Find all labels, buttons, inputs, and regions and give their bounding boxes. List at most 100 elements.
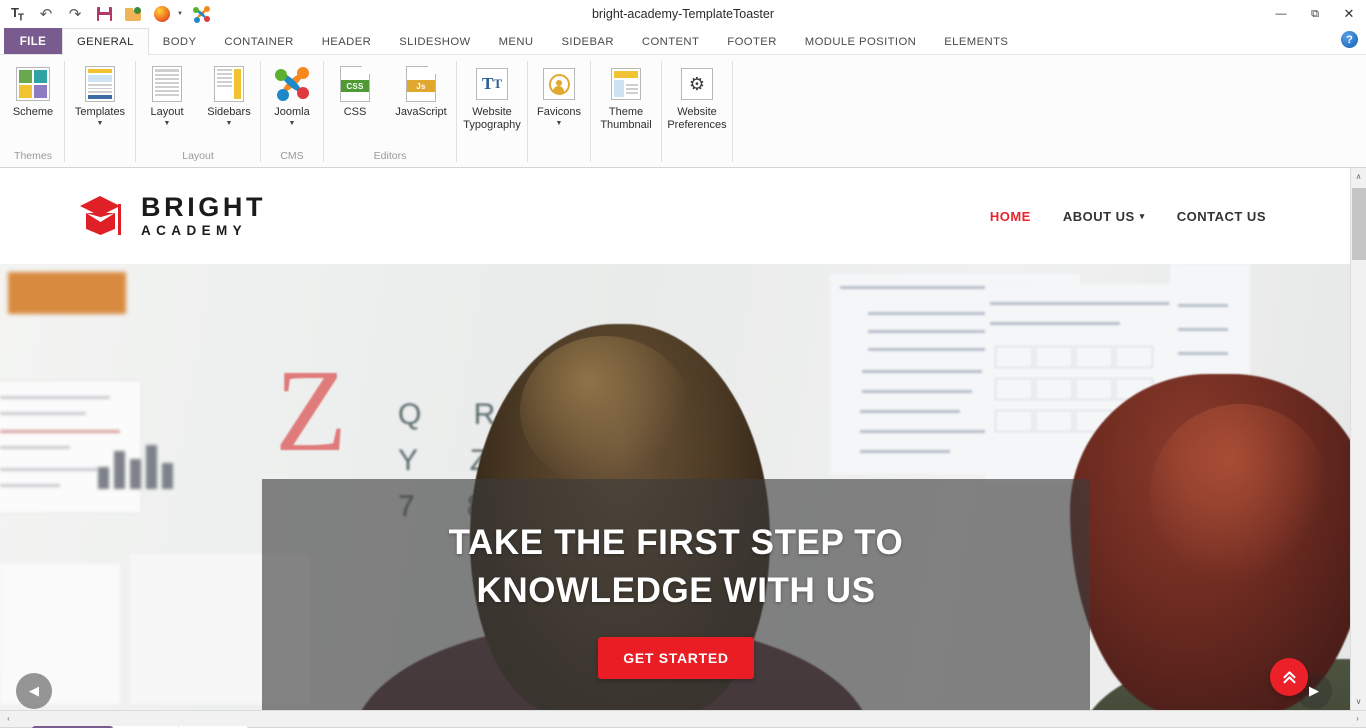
gear-icon: ⚙ xyxy=(681,63,713,105)
website-preferences-label: Website Preferences xyxy=(667,106,727,131)
scroll-up-button[interactable]: ∧ xyxy=(1351,168,1366,185)
tab-sidebar[interactable]: SIDEBAR xyxy=(547,28,627,55)
vertical-scrollbar[interactable]: ∧ ∨ xyxy=(1350,168,1366,710)
title-bar: TT ↶ ↷ ▼ bright-academy-TemplateToaster … xyxy=(0,0,1366,28)
preview-work-area: BRIGHT ACADEMY HOME ABOUT US ▾ CONTACT U… xyxy=(0,168,1366,710)
tab-header[interactable]: HEADER xyxy=(308,28,385,55)
favicons-button[interactable]: Favicons ▼ xyxy=(528,61,590,128)
tab-content[interactable]: CONTENT xyxy=(628,28,713,55)
joomla-icon[interactable] xyxy=(192,4,212,24)
help-icon[interactable]: ? xyxy=(1341,31,1358,48)
scheme-button[interactable]: Scheme xyxy=(2,61,64,119)
chevron-down-icon[interactable]: ▼ xyxy=(556,120,563,128)
minimize-button[interactable]: — xyxy=(1264,0,1298,28)
css-badge-label: CSS xyxy=(341,80,369,92)
scroll-to-top-button[interactable] xyxy=(1270,658,1308,696)
preview-dropdown-caret-icon[interactable]: ▼ xyxy=(177,11,183,17)
tab-file[interactable]: FILE xyxy=(4,28,62,55)
theme-thumbnail-button[interactable]: Theme Thumbnail xyxy=(591,61,661,131)
css-editor-button[interactable]: CSS CSS xyxy=(324,61,386,119)
group-label-preferences xyxy=(662,149,732,167)
tab-module-position[interactable]: MODULE POSITION xyxy=(791,28,930,55)
group-label-typography xyxy=(457,149,527,167)
theme-thumbnail-label: Theme Thumbnail xyxy=(600,106,652,131)
site-navigation: HOME ABOUT US ▾ CONTACT US xyxy=(990,209,1266,224)
nav-item-home[interactable]: HOME xyxy=(990,209,1031,224)
get-started-button[interactable]: GET STARTED xyxy=(598,637,754,679)
chevron-down-icon[interactable]: ▼ xyxy=(226,120,233,128)
group-label-thumbnail xyxy=(591,149,661,167)
nav-item-about-us[interactable]: ABOUT US ▾ xyxy=(1063,209,1145,224)
vertical-scrollbar-thumb[interactable] xyxy=(1352,188,1366,260)
hero-title-line-2: KNOWLEDGE WITH US xyxy=(476,571,876,610)
nav-item-home-label: HOME xyxy=(989,208,1031,224)
website-preferences-button[interactable]: ⚙ Website Preferences xyxy=(662,61,732,131)
tab-menu[interactable]: MENU xyxy=(485,28,548,55)
open-folder-icon[interactable] xyxy=(123,4,143,24)
hero-content: TAKE THE FIRST STEP TO KNOWLEDGE WITH US… xyxy=(262,479,1090,710)
tab-body[interactable]: BODY xyxy=(149,28,211,55)
templates-button[interactable]: Templates ▼ xyxy=(65,61,135,128)
group-label-cms: CMS xyxy=(280,150,304,162)
chevron-down-icon[interactable]: ▼ xyxy=(97,120,104,128)
font-toggle-icon[interactable]: TT xyxy=(7,4,27,24)
ribbon-tab-strip: FILE GENERAL BODY CONTAINER HEADER SLIDE… xyxy=(0,28,1366,56)
site-logo[interactable]: BRIGHT ACADEMY xyxy=(80,194,266,238)
chevron-down-icon[interactable]: ▼ xyxy=(164,120,171,128)
sidebars-icon xyxy=(214,63,244,105)
tab-slideshow[interactable]: SLIDESHOW xyxy=(385,28,484,55)
horizontal-scrollbar-track[interactable] xyxy=(17,710,1349,727)
nav-item-about-us-label: ABOUT US xyxy=(1062,208,1135,224)
nav-item-contact-us[interactable]: CONTACT US xyxy=(1177,209,1266,224)
slider-prev-arrow-icon[interactable]: ◀ xyxy=(16,673,52,709)
status-bar: ‹ › Desktop Tablet Mobile xyxy=(0,710,1366,728)
group-label-themes: Themes xyxy=(14,150,52,162)
redo-icon[interactable]: ↷ xyxy=(65,4,85,24)
website-typography-label: Website Typography xyxy=(463,106,521,131)
favicon-icon xyxy=(543,63,575,105)
ribbon-group-favicons: Favicons ▼ xyxy=(528,55,590,167)
close-button[interactable]: ✕ xyxy=(1332,0,1366,28)
website-preview-canvas[interactable]: BRIGHT ACADEMY HOME ABOUT US ▾ CONTACT U… xyxy=(0,168,1350,710)
ribbon-group-layout: Layout ▼ Sidebars ▼ Layout xyxy=(136,55,260,167)
js-badge-label: Js xyxy=(407,80,435,92)
joomla-cms-icon xyxy=(274,63,310,105)
save-icon[interactable] xyxy=(94,4,114,24)
tab-footer[interactable]: FOOTER xyxy=(713,28,790,55)
horizontal-scrollbar[interactable]: ‹ › xyxy=(0,710,1366,727)
restore-button[interactable]: ⧉ xyxy=(1298,0,1332,28)
tab-general[interactable]: GENERAL xyxy=(62,28,149,56)
typography-icon: TT xyxy=(476,63,508,105)
nav-item-contact-us-label: CONTACT US xyxy=(1176,208,1266,224)
sidebars-button[interactable]: Sidebars ▼ xyxy=(198,61,260,128)
chevron-down-icon[interactable]: ▼ xyxy=(289,120,296,128)
chevron-down-icon: ▾ xyxy=(1139,210,1145,221)
scroll-right-button[interactable]: › xyxy=(1349,710,1366,727)
css-file-icon: CSS xyxy=(340,63,370,105)
ribbon-group-templates: Templates ▼ xyxy=(65,55,135,167)
sidebars-label: Sidebars xyxy=(207,106,251,118)
tab-elements[interactable]: ELEMENTS xyxy=(930,28,1022,55)
color-scheme-icon xyxy=(16,63,50,105)
ribbon-group-editors: CSS CSS Js JavaScript Editors xyxy=(324,55,456,167)
javascript-editor-button[interactable]: Js JavaScript xyxy=(386,61,456,119)
scroll-left-button[interactable]: ‹ xyxy=(0,710,17,727)
tab-container[interactable]: CONTAINER xyxy=(210,28,307,55)
templates-icon xyxy=(85,63,115,105)
scroll-down-button[interactable]: ∨ xyxy=(1351,693,1366,710)
layout-button[interactable]: Layout ▼ xyxy=(136,61,198,128)
firefox-preview-icon[interactable] xyxy=(152,4,172,24)
ribbon-group-typography: TT Website Typography xyxy=(457,55,527,167)
layout-label: Layout xyxy=(150,106,184,118)
group-label-layout: Layout xyxy=(182,150,214,162)
theme-thumbnail-icon xyxy=(611,63,641,105)
website-typography-button[interactable]: TT Website Typography xyxy=(457,61,527,131)
favicons-label: Favicons xyxy=(536,106,582,118)
undo-icon[interactable]: ↶ xyxy=(36,4,56,24)
joomla-label: Joomla xyxy=(274,106,310,118)
site-header: BRIGHT ACADEMY HOME ABOUT US ▾ CONTACT U… xyxy=(0,168,1350,264)
logo-secondary-text: ACADEMY xyxy=(141,223,248,239)
joomla-cms-button[interactable]: Joomla ▼ xyxy=(261,61,323,128)
ribbon-group-thumbnail: Theme Thumbnail xyxy=(591,55,661,167)
group-label-favicons xyxy=(528,149,590,167)
